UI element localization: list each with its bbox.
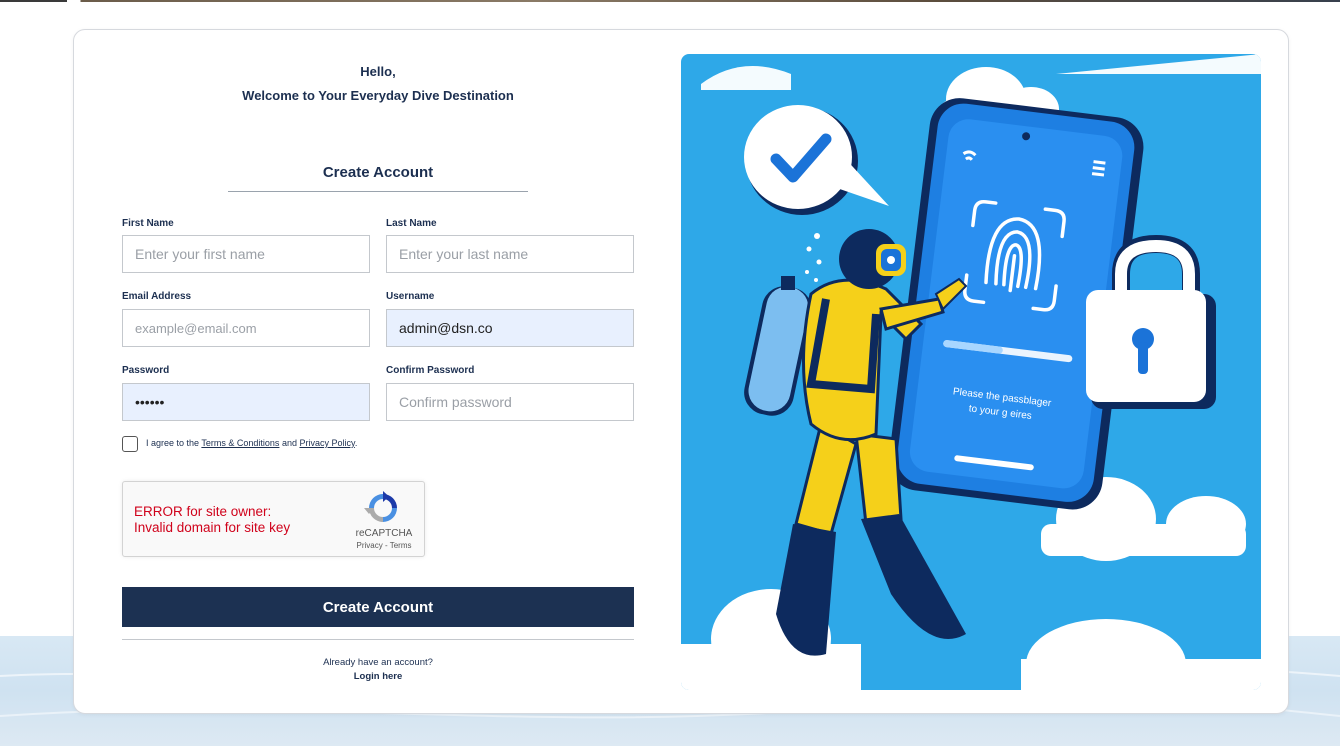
password-input[interactable]: [122, 383, 370, 421]
recaptcha-error-line2: Invalid domain for site key: [134, 520, 291, 535]
agree-and: and: [281, 438, 297, 448]
already-have-account-text: Already have an account?: [323, 657, 433, 668]
diver-illustration: Please the passblager to your g eires: [681, 54, 1261, 690]
submit-divider: [122, 639, 634, 640]
privacy-link[interactable]: Privacy Policy: [299, 438, 354, 448]
create-account-button[interactable]: Create Account: [122, 587, 634, 627]
email-label: Email Address: [122, 291, 192, 302]
recaptcha-links: Privacy - Terms: [345, 541, 423, 550]
confirm-password-input[interactable]: [386, 383, 634, 421]
checkmark-bubble-icon: [744, 105, 889, 215]
greeting-welcome: Welcome to Your Everyday Dive Destinatio…: [242, 88, 514, 103]
recaptcha-error-line1: ERROR for site owner:: [134, 504, 272, 519]
signup-card: Hello, Welcome to Your Everyday Dive Des…: [73, 29, 1289, 714]
agree-text: I agree to the Terms & Conditions and Pr…: [146, 438, 357, 448]
email-input[interactable]: [122, 309, 370, 347]
recaptcha-brand: reCAPTCHA: [355, 528, 413, 539]
confirm-password-label: Confirm Password: [386, 365, 475, 376]
greeting-hello: Hello,: [360, 64, 396, 79]
form-title: Create Account: [322, 164, 434, 181]
username-label: Username: [386, 291, 435, 302]
title-divider: [228, 191, 528, 192]
agree-prefix: I agree to the: [146, 438, 200, 448]
recaptcha-terms-link[interactable]: Terms: [390, 541, 412, 550]
recaptcha-logo-icon: [364, 491, 397, 522]
recaptcha-error: ERROR for site owner: Invalid domain for…: [134, 504, 290, 536]
recaptcha-widget[interactable]: ERROR for site owner: Invalid domain for…: [122, 481, 425, 557]
last-name-input[interactable]: [386, 235, 634, 273]
last-name-label: Last Name: [386, 218, 437, 229]
username-input[interactable]: [386, 309, 634, 347]
top-banner-strip: [0, 0, 1340, 2]
terms-link[interactable]: Terms & Conditions: [201, 438, 279, 448]
recaptcha-separator: -: [382, 541, 390, 550]
first-name-label: First Name: [122, 218, 174, 229]
login-link[interactable]: Login here: [122, 671, 634, 682]
password-label: Password: [122, 365, 170, 376]
first-name-input[interactable]: [122, 235, 370, 273]
agree-checkbox[interactable]: [122, 436, 138, 452]
agree-suffix: .: [354, 438, 358, 448]
illustration-panel: Please the passblager to your g eires: [681, 54, 1261, 690]
recaptcha-privacy-link[interactable]: Privacy: [357, 541, 383, 550]
